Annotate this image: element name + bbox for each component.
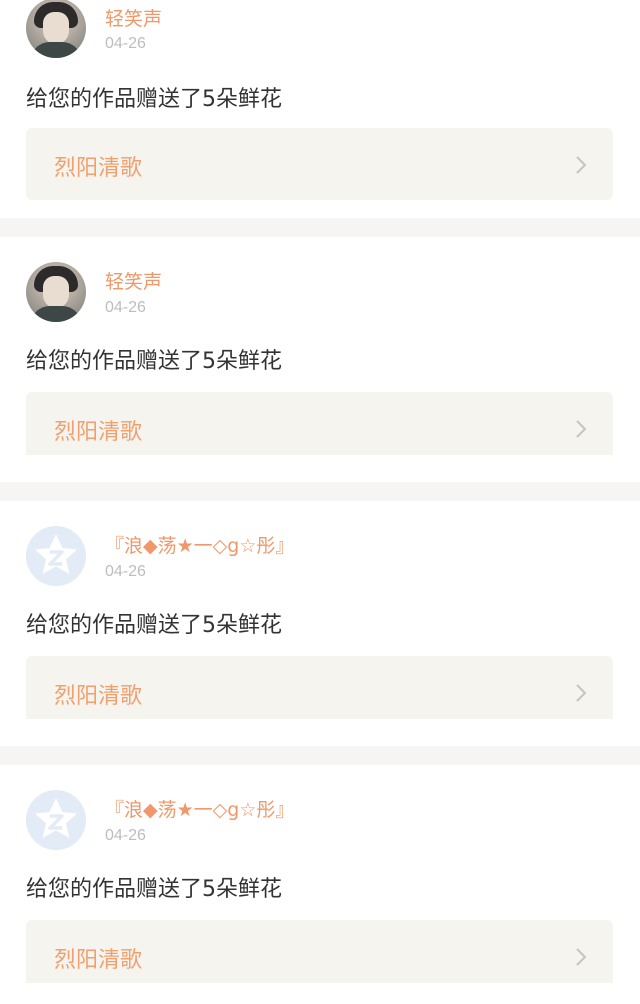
notification-message: 给您的作品赠送了5朵鲜花 — [26, 613, 282, 638]
chevron-right-icon — [576, 420, 587, 438]
avatar-face — [43, 12, 69, 44]
username[interactable]: 轻笑声 — [105, 4, 162, 31]
work-link-card[interactable]: 烈阳清歌 — [26, 656, 613, 719]
qzone-star-icon — [35, 798, 77, 838]
notification-card: 轻笑声 04-26 给您的作品赠送了5朵鲜花 烈阳清歌 — [0, 237, 640, 455]
notification-card: 『浪◆荡★一◇g☆彤』 04-26 给您的作品赠送了5朵鲜花 烈阳清歌 — [0, 501, 640, 719]
notification-message: 给您的作品赠送了5朵鲜花 — [26, 877, 282, 902]
chevron-right-icon — [576, 948, 587, 966]
notification-feed: 轻笑声 04-26 给您的作品赠送了5朵鲜花 烈阳清歌 轻笑声 04-26 给您… — [0, 0, 640, 1004]
timestamp: 04-26 — [105, 827, 146, 844]
avatar[interactable] — [26, 0, 86, 58]
card-separator — [0, 218, 640, 237]
work-title: 烈阳清歌 — [54, 684, 143, 709]
notification-message: 给您的作品赠送了5朵鲜花 — [26, 349, 282, 374]
avatar-face — [43, 276, 69, 308]
avatar-shirt — [30, 42, 82, 58]
work-link-card[interactable]: 烈阳清歌 — [26, 392, 613, 455]
card-separator — [0, 482, 640, 501]
work-link-card[interactable]: 烈阳清歌 — [26, 128, 613, 200]
work-title: 烈阳清歌 — [54, 420, 143, 445]
work-title: 烈阳清歌 — [54, 156, 143, 181]
qzone-star-icon — [35, 534, 77, 574]
work-link-card[interactable]: 烈阳清歌 — [26, 920, 613, 983]
chevron-right-icon — [576, 684, 587, 702]
avatar[interactable] — [26, 790, 86, 850]
notification-message: 给您的作品赠送了5朵鲜花 — [26, 87, 282, 112]
timestamp: 04-26 — [105, 35, 146, 52]
notification-card: 『浪◆荡★一◇g☆彤』 04-26 给您的作品赠送了5朵鲜花 烈阳清歌 — [0, 765, 640, 983]
work-title: 烈阳清歌 — [54, 948, 143, 973]
card-separator — [0, 746, 640, 765]
notification-card: 轻笑声 04-26 给您的作品赠送了5朵鲜花 烈阳清歌 — [0, 0, 640, 218]
username[interactable]: 『浪◆荡★一◇g☆彤』 — [105, 795, 294, 822]
timestamp: 04-26 — [105, 299, 146, 316]
timestamp: 04-26 — [105, 563, 146, 580]
username[interactable]: 轻笑声 — [105, 267, 162, 294]
chevron-right-icon — [576, 156, 587, 174]
avatar[interactable] — [26, 262, 86, 322]
avatar-shirt — [30, 306, 82, 322]
username[interactable]: 『浪◆荡★一◇g☆彤』 — [105, 531, 294, 558]
avatar[interactable] — [26, 526, 86, 586]
